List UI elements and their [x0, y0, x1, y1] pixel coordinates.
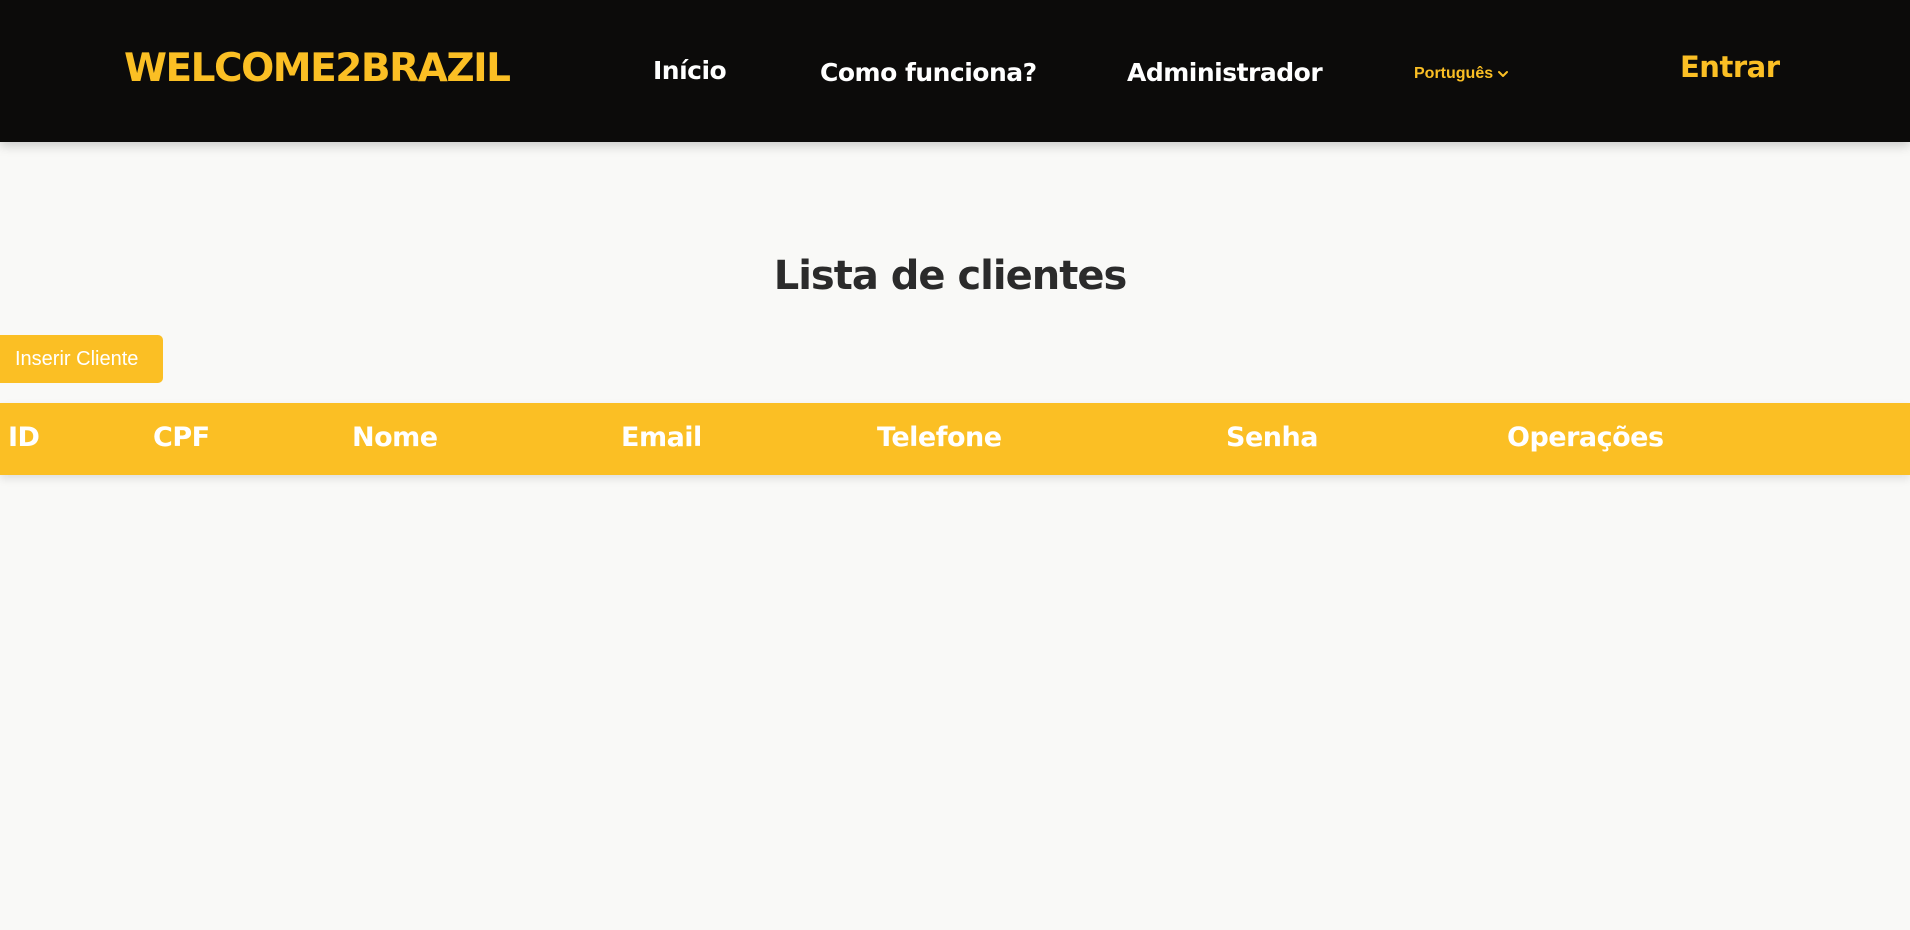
clients-table-header: ID CPF Nome Email Telefone Senha Operaçõ… — [0, 403, 1910, 475]
column-header-id: ID — [8, 422, 40, 453]
insert-client-button[interactable]: Inserir Cliente — [0, 335, 163, 383]
page-title: Lista de clientes — [773, 253, 1128, 299]
language-select[interactable]: Português — [1414, 65, 1509, 83]
navbar: WELCOME2BRAZIL Início Como funciona? Adm… — [0, 0, 1910, 142]
language-label: Português — [1414, 65, 1494, 82]
column-header-operacoes: Operações — [1507, 422, 1664, 453]
nav-link-inicio[interactable]: Início — [653, 56, 727, 85]
column-header-cpf: CPF — [153, 422, 210, 453]
column-header-email: Email — [621, 422, 702, 453]
brand-logo[interactable]: WELCOME2BRAZIL — [124, 46, 511, 91]
chevron-down-icon — [1498, 71, 1509, 77]
login-link[interactable]: Entrar — [1680, 50, 1780, 84]
column-header-telefone: Telefone — [877, 422, 1002, 453]
column-header-nome: Nome — [352, 422, 438, 453]
nav-link-administrador[interactable]: Administrador — [1127, 58, 1323, 87]
column-header-senha: Senha — [1226, 422, 1318, 453]
nav-link-como-funciona[interactable]: Como funciona? — [820, 58, 1037, 87]
